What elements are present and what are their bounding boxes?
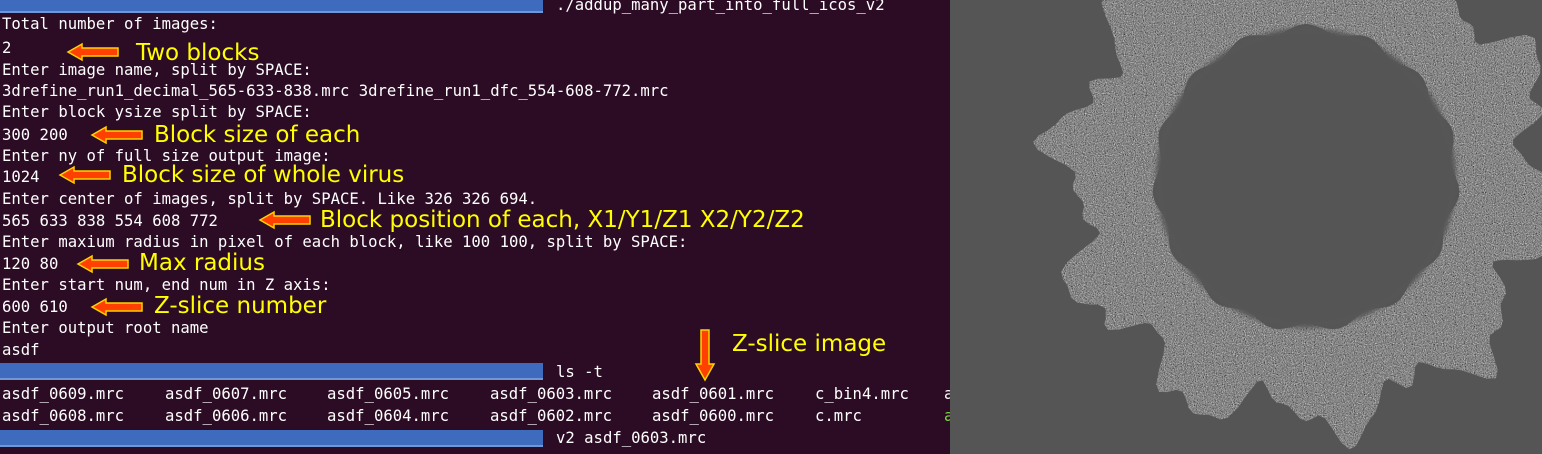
- input-line: 120 80: [2, 255, 59, 273]
- left-arrow-icon: [66, 42, 119, 62]
- left-arrow-icon: [258, 210, 311, 230]
- file-entry: asdf_0608.mrc: [2, 407, 125, 425]
- annotation-block-size-virus: Block size of whole virus: [122, 162, 405, 188]
- file-entry: c_bin4.mrc: [815, 385, 909, 403]
- down-arrow-icon: [694, 329, 716, 382]
- input-line: 2: [2, 39, 12, 57]
- virus-z-slice-image: [950, 0, 1542, 454]
- file-entry: asdf_0601.mrc: [652, 385, 775, 403]
- file-entry: asdf_0603.mrc: [490, 385, 613, 403]
- prompt-user-host-bar: [0, 430, 543, 447]
- left-arrow-icon: [58, 165, 111, 185]
- input-line: 600 610: [2, 298, 68, 316]
- last-command: v2 asdf_0603.mrc: [556, 429, 707, 447]
- output-line: Enter maxium radius in pixel of each blo…: [2, 233, 688, 251]
- input-line: 565 633 838 554 608 772: [2, 212, 218, 230]
- output-line: Enter output root name: [2, 319, 209, 337]
- left-arrow-icon: [76, 254, 129, 274]
- annotation-z-slice-image: Z-slice image: [732, 331, 887, 357]
- file-entry: c.mrc: [815, 407, 862, 425]
- output-line: Total number of images:: [2, 15, 218, 33]
- annotation-two-blocks: Two blocks: [136, 40, 260, 66]
- file-entry: asdf_0602.mrc: [490, 407, 613, 425]
- terminal-window[interactable]: ./addup_many_part_into_full_icos_v2 Tota…: [0, 0, 950, 454]
- file-entry: asdf_0605.mrc: [327, 385, 450, 403]
- file-entry: asdf_0606.mrc: [165, 407, 288, 425]
- annotation-block-position: Block position of each, X1/Y1/Z1 X2/Y2/Z…: [320, 207, 805, 233]
- left-arrow-icon: [90, 125, 143, 145]
- file-entry: asdf_0600.mrc: [652, 407, 775, 425]
- prompt-user-host-bar: [0, 0, 543, 13]
- file-entry: asdf_0609.mrc: [2, 385, 125, 403]
- annotation-z-slice-number: Z-slice number: [154, 293, 327, 319]
- output-line: Enter start num, end num in Z axis:: [2, 276, 331, 294]
- annotation-max-radius: Max radius: [139, 250, 265, 276]
- annotation-block-size-each: Block size of each: [154, 122, 361, 148]
- input-line: 1024: [2, 168, 40, 186]
- input-line: asdf: [2, 341, 40, 359]
- ls-command: ls -t: [556, 363, 603, 381]
- z-slice-image-viewer[interactable]: [950, 0, 1542, 454]
- input-line: 300 200: [2, 126, 68, 144]
- output-line: Enter center of images, split by SPACE. …: [2, 190, 538, 208]
- header-command: ./addup_many_part_into_full_icos_v2: [556, 0, 885, 14]
- output-line: Enter block ysize split by SPACE:: [2, 103, 312, 121]
- file-entry: asdf_0604.mrc: [327, 407, 450, 425]
- input-line: 3drefine_run1_decimal_565-633-838.mrc 3d…: [2, 82, 669, 100]
- prompt-user-host-bar: [0, 363, 543, 380]
- left-arrow-icon: [90, 297, 143, 317]
- file-entry: asdf_0607.mrc: [165, 385, 288, 403]
